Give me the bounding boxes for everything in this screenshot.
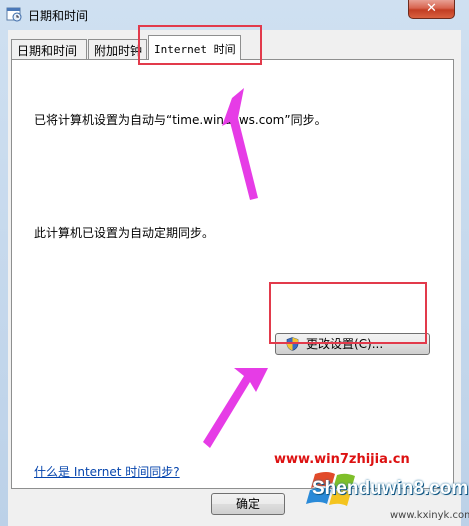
annotation-arrows — [203, 88, 268, 448]
watermark-brand: Shenduwin8.com — [312, 478, 469, 499]
arrow-to-tab-icon — [222, 88, 258, 200]
arrow-to-button-icon — [203, 368, 268, 448]
tab-internet-time[interactable]: Internet 时间 — [148, 35, 241, 60]
date-time-dialog: 日期和时间 ✕ 日期和时间 附加时钟 Internet 时间 已将计算机设置为自… — [0, 0, 469, 526]
watermark-sub-url: www.kxinyk.com — [390, 510, 469, 521]
watermark-site-url: www.win7zhijia.cn — [274, 452, 410, 467]
